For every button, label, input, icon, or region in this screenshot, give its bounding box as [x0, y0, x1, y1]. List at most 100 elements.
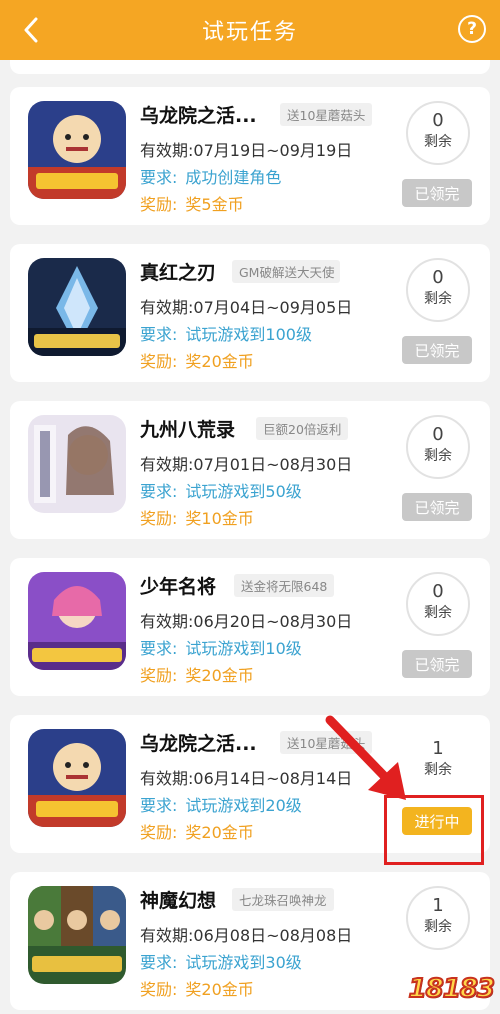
reward-label: 奖励: [140, 666, 178, 685]
game-tag: 送金将无限648 [234, 574, 335, 597]
requirement-label: 要求: [140, 639, 178, 658]
valid-period: 有效期:07月04日~09月05日 [140, 294, 352, 318]
remaining-counter: 0 剩余 [406, 258, 470, 322]
reward-value: 奖20金币 [185, 352, 254, 371]
game-tag: 巨额20倍返利 [256, 417, 349, 440]
valid-label: 有效期: [140, 298, 194, 317]
game-tag: 送10星蘑菇头 [280, 103, 373, 126]
remaining-counter: 0 剩余 [406, 101, 470, 165]
page-title: 试玩任务 [201, 20, 298, 45]
remaining-count: 0 [432, 424, 444, 445]
requirement-row: 要求: 试玩游戏到30级 [140, 949, 302, 973]
task-card-partial [10, 60, 490, 74]
valid-dates: 07月04日~09月05日 [193, 298, 353, 317]
valid-dates: 06月08日~08月08日 [193, 926, 353, 945]
valid-dates: 06月20日~08月30日 [193, 612, 353, 631]
game-name: 真红之刃 [140, 262, 217, 284]
zhenhong-game-icon[interactable] [28, 258, 126, 356]
app-header: 试玩任务 ? [0, 0, 500, 60]
game-tag: 七龙珠召唤神龙 [232, 888, 334, 911]
remaining-label: 剩余 [424, 291, 452, 307]
remaining-count: 0 [432, 110, 444, 131]
reward-value: 奖20金币 [185, 666, 254, 685]
valid-period: 有效期:06月20日~08月30日 [140, 608, 352, 632]
valid-period: 有效期:07月01日~08月30日 [140, 451, 352, 475]
requirement-label: 要求: [140, 482, 178, 501]
game-name: 乌龙院之活... [140, 105, 257, 127]
valid-dates: 07月19日~09月19日 [193, 141, 353, 160]
game-name: 神魔幻想 [140, 890, 217, 912]
help-button[interactable]: ? [458, 15, 486, 43]
wulongyuan-game-icon[interactable] [28, 729, 126, 827]
status-button[interactable]: 已领完 [402, 650, 472, 678]
reward-row: 奖励: 奖20金币 [140, 819, 254, 843]
remaining-count: 0 [432, 267, 444, 288]
remaining-counter: 0 剩余 [406, 415, 470, 479]
remaining-label: 剩余 [424, 919, 452, 935]
requirement-label: 要求: [140, 168, 178, 187]
requirement-label: 要求: [140, 953, 178, 972]
red-arrow-annotation [325, 715, 406, 800]
valid-label: 有效期: [140, 455, 194, 474]
valid-label: 有效期: [140, 612, 194, 631]
valid-period: 有效期:06月08日~08月08日 [140, 922, 352, 946]
valid-period: 有效期:07月19日~09月19日 [140, 137, 352, 161]
requirement-label: 要求: [140, 325, 178, 344]
requirement-value: 试玩游戏到50级 [185, 482, 302, 501]
requirement-value: 试玩游戏到10级 [185, 639, 302, 658]
requirement-value: 试玩游戏到30级 [185, 953, 302, 972]
jiuzhou-game-icon[interactable] [28, 415, 126, 513]
reward-row: 奖励: 奖5金币 [140, 191, 244, 215]
requirement-row: 要求: 试玩游戏到100级 [140, 321, 312, 345]
status-button[interactable]: 已领完 [402, 336, 472, 364]
reward-row: 奖励: 奖10金币 [140, 505, 254, 529]
requirement-value: 试玩游戏到100级 [185, 325, 312, 344]
reward-value: 奖5金币 [185, 195, 244, 214]
task-card[interactable]: 少年名将 送金将无限648 有效期:06月20日~08月30日 要求: 试玩游戏到… [10, 558, 490, 696]
chevron-left-icon [24, 17, 38, 43]
requirement-value: 试玩游戏到20级 [185, 796, 302, 815]
task-card[interactable]: 九州八荒录 巨额20倍返利 有效期:07月01日~08月30日 要求: 试玩游戏到… [10, 401, 490, 539]
game-name: 乌龙院之活... [140, 733, 257, 755]
remaining-label: 剩余 [424, 448, 452, 464]
highlight-box-annotation [384, 795, 484, 865]
shenmo-game-icon[interactable] [28, 886, 126, 984]
reward-value: 奖20金币 [185, 980, 254, 999]
reward-label: 奖励: [140, 980, 178, 999]
shaonian-game-icon[interactable] [28, 572, 126, 670]
valid-dates: 07月01日~08月30日 [193, 455, 353, 474]
task-card[interactable]: 真红之刃 GM破解送大天使 有效期:07月04日~09月05日 要求: 试玩游戏到… [10, 244, 490, 382]
game-name: 少年名将 [140, 576, 217, 598]
reward-row: 奖励: 奖20金币 [140, 662, 254, 686]
requirement-value: 成功创建角色 [185, 168, 282, 187]
status-button[interactable]: 已领完 [402, 493, 472, 521]
remaining-counter: 0 剩余 [406, 572, 470, 636]
task-card[interactable]: 乌龙院之活... 送10星蘑菇头 有效期:07月19日~09月19日 要求: 成功… [10, 87, 490, 225]
reward-row: 奖励: 奖20金币 [140, 348, 254, 372]
back-button[interactable] [14, 12, 48, 48]
status-button[interactable]: 已领完 [402, 179, 472, 207]
watermark-logo: 18183 [408, 973, 496, 1005]
reward-value: 奖10金币 [185, 509, 254, 528]
requirement-row: 要求: 成功创建角色 [140, 164, 281, 188]
remaining-count: 0 [432, 581, 444, 602]
requirement-label: 要求: [140, 796, 178, 815]
remaining-count: 1 [432, 895, 444, 916]
valid-label: 有效期: [140, 141, 194, 160]
reward-row: 奖励: 奖20金币 [140, 976, 254, 1000]
wulongyuan-game-icon[interactable] [28, 101, 126, 199]
remaining-counter: 1 剩余 [406, 886, 470, 950]
requirement-row: 要求: 试玩游戏到20级 [140, 792, 302, 816]
reward-label: 奖励: [140, 195, 178, 214]
requirement-row: 要求: 试玩游戏到50级 [140, 478, 302, 502]
valid-label: 有效期: [140, 769, 194, 788]
game-name: 九州八荒录 [140, 419, 236, 441]
reward-label: 奖励: [140, 509, 178, 528]
reward-label: 奖励: [140, 352, 178, 371]
requirement-row: 要求: 试玩游戏到10级 [140, 635, 302, 659]
reward-label: 奖励: [140, 823, 178, 842]
reward-value: 奖20金币 [185, 823, 254, 842]
remaining-label: 剩余 [424, 134, 452, 150]
game-tag: GM破解送大天使 [232, 260, 340, 283]
valid-label: 有效期: [140, 926, 194, 945]
